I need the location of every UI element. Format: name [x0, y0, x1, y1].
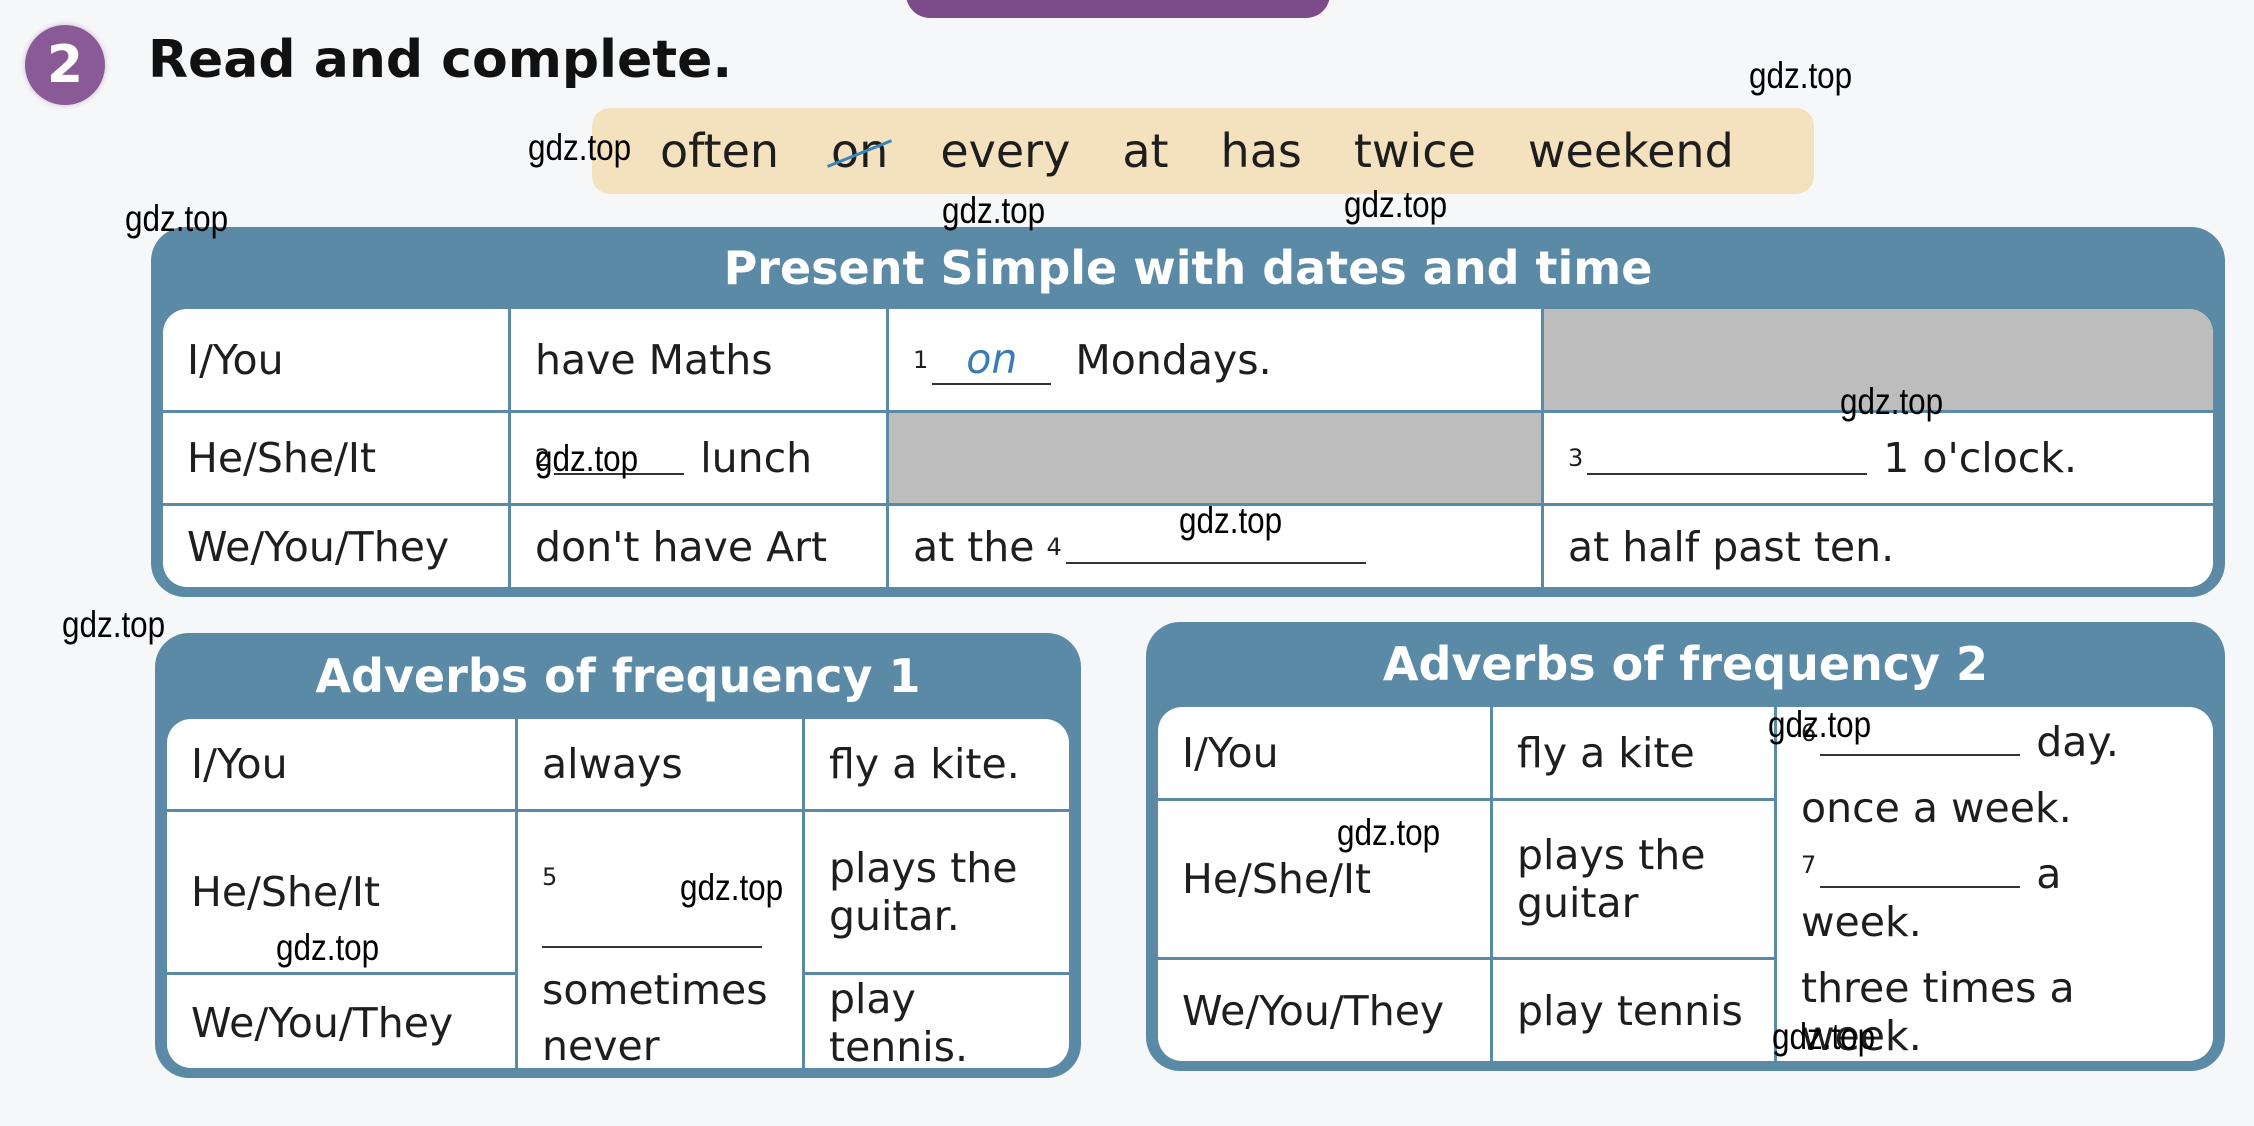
word-bank-item-crossed: on [831, 124, 889, 178]
cell-action: plays the guitar [1493, 801, 1777, 960]
word-bank-item: has [1220, 124, 1302, 178]
watermark: gdz.top [535, 438, 639, 479]
table-title: Present Simple with dates and time [723, 241, 1653, 295]
cell-adverb: always [518, 719, 805, 812]
purple-tab-decoration [906, 0, 1330, 18]
answer-1[interactable]: on [932, 335, 1052, 385]
watermark: gdz.top [680, 867, 784, 908]
exercise-number-badge: 2 [25, 25, 105, 105]
adverbs-table-1: Adverbs of frequency 1 I/You always fly … [155, 633, 1081, 1078]
exercise-title: Read and complete. [148, 30, 733, 90]
cell-subject: I/You [1158, 707, 1493, 801]
watermark: gdz.top [1344, 184, 1448, 225]
cell-verb: have Maths [511, 309, 889, 413]
word-bank-item: every [940, 124, 1071, 178]
cell-subject: We/You/They [167, 975, 518, 1068]
watermark: gdz.top [1749, 55, 1853, 96]
blank-7[interactable] [1820, 854, 2021, 888]
watermark: gdz.top [1768, 704, 1872, 745]
watermark: gdz.top [942, 190, 1046, 231]
watermark: gdz.top [276, 927, 380, 968]
adverbs-table-2: Adverbs of frequency 2 I/You fly a kite … [1146, 622, 2225, 1071]
table-title: Adverbs of frequency 1 [315, 649, 921, 703]
blank-3[interactable] [1587, 441, 1868, 475]
cell-subject: I/You [167, 719, 518, 812]
cell-subject: He/She/It [163, 413, 511, 506]
watermark: gdz.top [62, 604, 166, 645]
watermark: gdz.top [125, 198, 229, 239]
word-bank-item: often [660, 124, 780, 178]
word-bank-item: at [1122, 124, 1169, 178]
cell-adverb: 5 sometimes never [518, 812, 805, 1068]
watermark: gdz.top [1840, 381, 1944, 422]
watermark: gdz.top [1337, 812, 1441, 853]
watermark: gdz.top [1772, 1016, 1876, 1057]
cell-action: play tennis. [829, 975, 969, 1068]
cell-action: fly a kite. [805, 719, 1069, 812]
watermark: gdz.top [528, 127, 632, 168]
watermark: gdz.top [1179, 500, 1283, 541]
cell-verb: don't have Art [511, 506, 889, 587]
word-bank: often on every at has twice weekend [592, 108, 1814, 194]
table-title: Adverbs of frequency 2 [1382, 637, 1989, 691]
cell-subject: We/You/They [163, 506, 511, 587]
cell-time: 1 on Mondays. [889, 309, 1544, 413]
word-bank-item: twice [1353, 124, 1476, 178]
cell-action: fly a kite [1493, 707, 1777, 801]
cell-subject: I/You [163, 309, 511, 413]
cell-subject: He/She/It [1158, 801, 1493, 960]
blank-5[interactable] [542, 914, 762, 948]
cell-action: plays the guitar. [805, 812, 1069, 975]
word-bank-item: weekend [1527, 124, 1734, 178]
cell-frequency: 6 day. once a week. 7a week. three times … [1801, 718, 2119, 1060]
cell-action: play tennis [1493, 960, 1777, 1061]
cell-time: at half past ten. [1568, 522, 1895, 571]
gray-cell [889, 413, 1544, 506]
cell-subject: We/You/They [1158, 960, 1493, 1061]
cell-time: 31 o'clock. [1544, 413, 2213, 506]
